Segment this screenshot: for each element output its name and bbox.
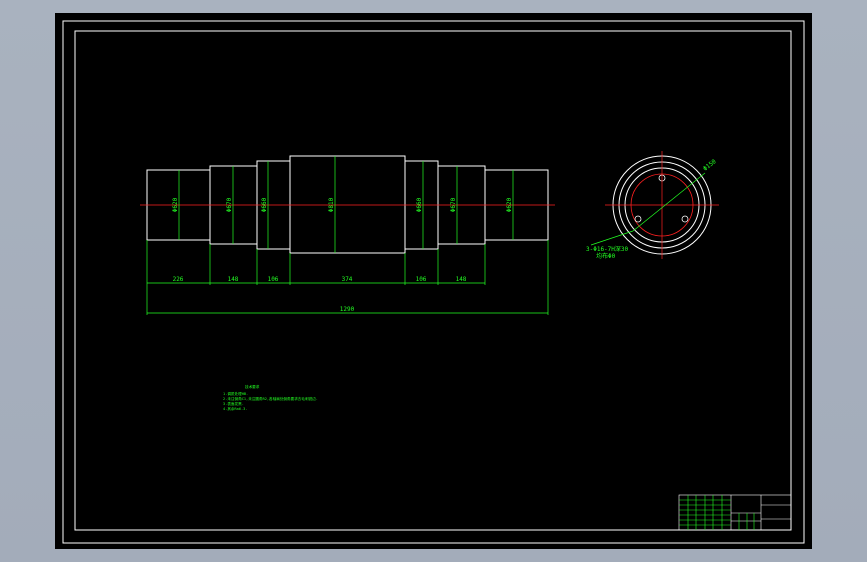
length-label: 106 xyxy=(268,276,279,283)
length-label: 226 xyxy=(173,276,184,283)
bolt-hole xyxy=(634,215,642,223)
length-label: 374 xyxy=(342,276,353,283)
shaft-step-4 xyxy=(289,155,406,254)
note-line: 1.调质处理HB. xyxy=(223,391,248,396)
diameter-label: Φ670 xyxy=(450,197,457,212)
note-line: 3.表面发黑. xyxy=(223,401,244,406)
length-label: 148 xyxy=(456,276,467,283)
end-view-diameter-label: Φ150 xyxy=(702,158,718,173)
diameter-label: Φ620 xyxy=(172,197,179,212)
diameter-label: Φ670 xyxy=(226,197,233,212)
notes-title: 技术要求 xyxy=(245,384,260,389)
note-line: 2.未注倒角C1,未注圆角R2,各轴肩处倒角要求去毛刺锐边. xyxy=(223,396,318,401)
diameter-label: Φ660 xyxy=(261,197,268,212)
note-line: 4.其余Ra6.3. xyxy=(223,406,248,411)
shaft-front-view xyxy=(140,155,555,254)
bolt-hole xyxy=(681,215,689,223)
length-label: 148 xyxy=(228,276,239,283)
hole-leader xyxy=(590,230,634,246)
hole-callout-2: 均布Φ0 xyxy=(596,252,616,260)
technical-notes: 技术要求 1.调质处理HB. 2.未注倒角C1,未注圆角R2,各轴肩处倒角要求去… xyxy=(223,384,318,411)
cad-drawing: Φ620 Φ670 Φ660 Φ810 Φ660 Φ670 Φ620 226 1… xyxy=(62,20,805,544)
diameter-label: Φ620 xyxy=(506,197,513,212)
overall-length-label: 1290 xyxy=(340,306,355,313)
shaft-end-view xyxy=(590,151,719,259)
length-label: 106 xyxy=(416,276,427,283)
length-labels: 226 148 106 374 106 148 1290 xyxy=(173,276,467,313)
hole-callout: 3-Φ16-7H深30 xyxy=(586,245,629,253)
diameter-label: Φ660 xyxy=(416,197,423,212)
drawing-viewport[interactable]: Φ620 Φ670 Φ660 Φ810 Φ660 Φ670 Φ620 226 1… xyxy=(55,13,812,549)
title-block xyxy=(678,494,792,531)
diameter-label: Φ810 xyxy=(328,197,335,212)
